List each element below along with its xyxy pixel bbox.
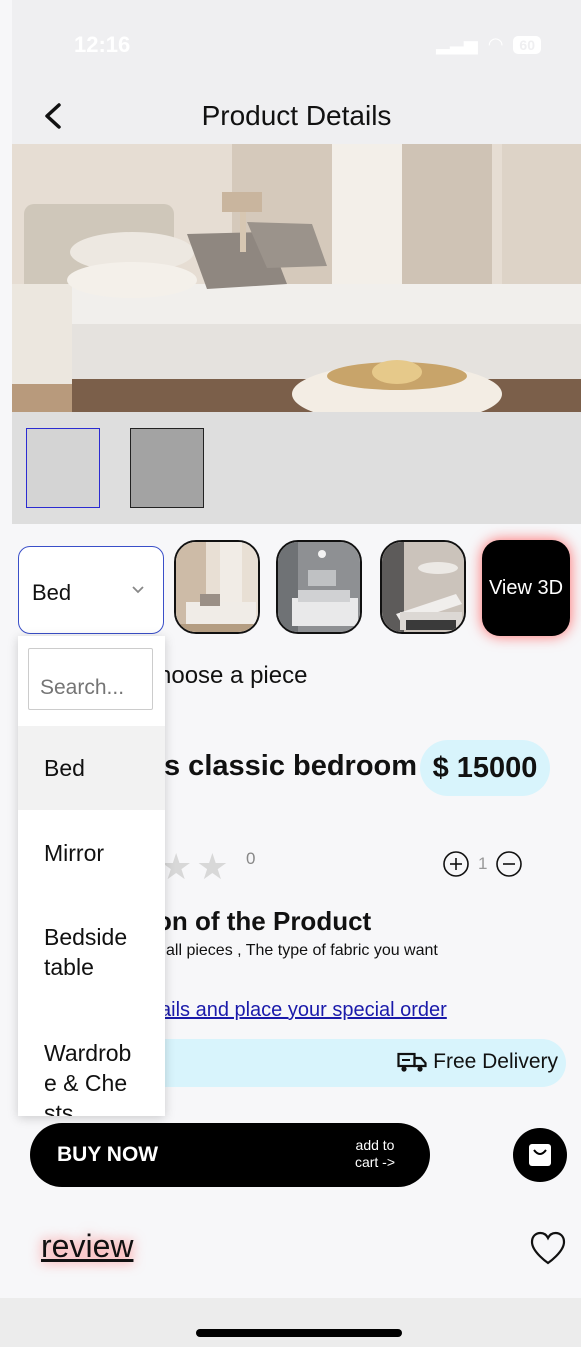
delivery-banner: Free Delivery bbox=[150, 1039, 566, 1087]
category-select[interactable]: Bed bbox=[18, 546, 164, 634]
heart-icon[interactable] bbox=[529, 1230, 567, 1266]
thumbnail-strip bbox=[12, 412, 581, 524]
home-indicator[interactable] bbox=[196, 1329, 402, 1337]
rating-count: 0 bbox=[246, 849, 256, 868]
thumbnail-1[interactable] bbox=[26, 428, 100, 508]
star-icon[interactable]: ★ bbox=[160, 846, 196, 887]
review-link[interactable]: review bbox=[41, 1228, 133, 1265]
signal-icon: ▂▃▅ bbox=[436, 34, 478, 54]
dropdown-search-input[interactable] bbox=[28, 648, 153, 710]
dropdown-item-mirror[interactable]: Mirror bbox=[18, 810, 165, 896]
product-hero-image bbox=[12, 144, 581, 412]
dropdown-item-bed[interactable]: Bed bbox=[18, 726, 165, 810]
quantity-value: 1 bbox=[478, 854, 488, 873]
truck-icon bbox=[397, 1052, 427, 1072]
piece-option-2[interactable] bbox=[276, 540, 362, 634]
category-select-value: Bed bbox=[32, 580, 72, 605]
plus-circle-icon[interactable] bbox=[442, 850, 470, 878]
piece-option-3[interactable] bbox=[380, 540, 466, 634]
star-icon[interactable]: ★ bbox=[196, 846, 232, 887]
status-time: 12:16 bbox=[74, 32, 131, 57]
quantity-stepper: 1 bbox=[442, 850, 523, 878]
price-badge: $ 15000 bbox=[420, 740, 550, 796]
buy-now-label: BUY NOW bbox=[57, 1143, 159, 1166]
piece-option-1[interactable] bbox=[174, 540, 260, 634]
chevron-down-icon bbox=[132, 586, 144, 594]
header: Product Details bbox=[12, 92, 581, 144]
special-order-link[interactable]: ails and place your special order bbox=[160, 999, 447, 1022]
description-title: on of the Product bbox=[156, 906, 372, 936]
choose-piece-text: hoose a piece bbox=[158, 662, 308, 689]
product-name: s classic bedroom bbox=[164, 750, 418, 782]
minus-circle-icon[interactable] bbox=[495, 850, 523, 878]
description-text: all pieces , The type of fabric you want bbox=[166, 942, 438, 959]
page-title: Product Details bbox=[201, 100, 392, 131]
bottom-bar bbox=[0, 1298, 581, 1347]
wifi-icon: ◠ bbox=[487, 34, 504, 54]
thumbnail-2[interactable] bbox=[130, 428, 204, 508]
dropdown-item-wardrobe[interactable]: Wardrobe & Chests bbox=[18, 1038, 138, 1116]
status-icons: ▂▃▅ ◠ 60 bbox=[436, 34, 541, 55]
category-dropdown: Bed Mirror Bedside table Wardrobe & Ches… bbox=[18, 636, 165, 1116]
buy-now-button[interactable]: BUY NOW add to cart -> bbox=[30, 1123, 430, 1187]
status-bar: 12:16 ▂▃▅ ◠ 60 bbox=[12, 0, 581, 92]
rating-stars[interactable]: ★★ bbox=[160, 846, 233, 888]
battery-icon: 60 bbox=[513, 35, 541, 54]
shopping-bag-icon bbox=[529, 1144, 551, 1166]
shopping-bag-button[interactable] bbox=[513, 1128, 567, 1182]
view-3d-button[interactable]: View 3D bbox=[482, 540, 570, 636]
delivery-text: Free Delivery bbox=[433, 1050, 558, 1073]
dropdown-item-bedside-table[interactable]: Bedside table bbox=[18, 922, 138, 982]
add-to-cart-button[interactable]: add to cart -> bbox=[342, 1137, 408, 1171]
